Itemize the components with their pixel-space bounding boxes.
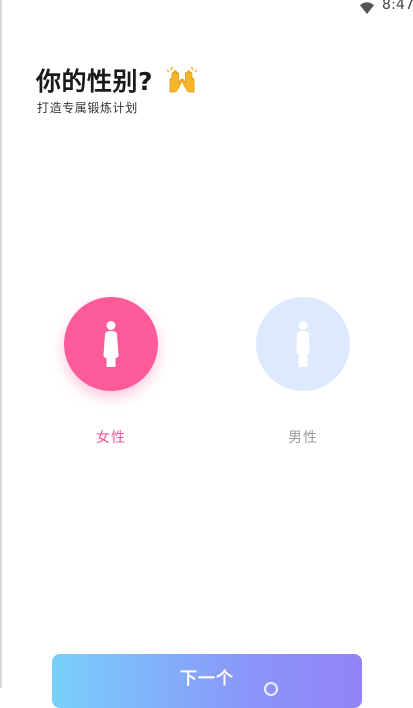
status-bar: 8:47 — [0, 0, 413, 20]
next-button[interactable]: 下一个 — [52, 654, 362, 708]
gender-option-female[interactable]: 女性 — [63, 297, 159, 447]
status-time: 8:47 — [382, 0, 413, 13]
wifi-icon — [360, 2, 374, 14]
next-button-label: 下一个 — [180, 669, 234, 688]
screen-edge — [0, 0, 2, 688]
male-label: 男性 — [288, 430, 318, 446]
gender-option-male[interactable]: 男性 — [255, 297, 351, 447]
page-subtitle: 打造专属锻炼计划 — [37, 101, 138, 115]
raised-hands-emoji-icon — [167, 66, 198, 93]
arrow-circle-icon — [264, 682, 278, 696]
female-circle[interactable] — [64, 297, 158, 391]
male-figure-icon — [296, 321, 310, 367]
male-circle[interactable] — [256, 297, 350, 391]
title-row: 你的性别? — [36, 60, 198, 100]
female-figure-icon — [103, 321, 119, 367]
page-title: 你的性别? — [36, 67, 154, 96]
female-label: 女性 — [96, 430, 126, 446]
